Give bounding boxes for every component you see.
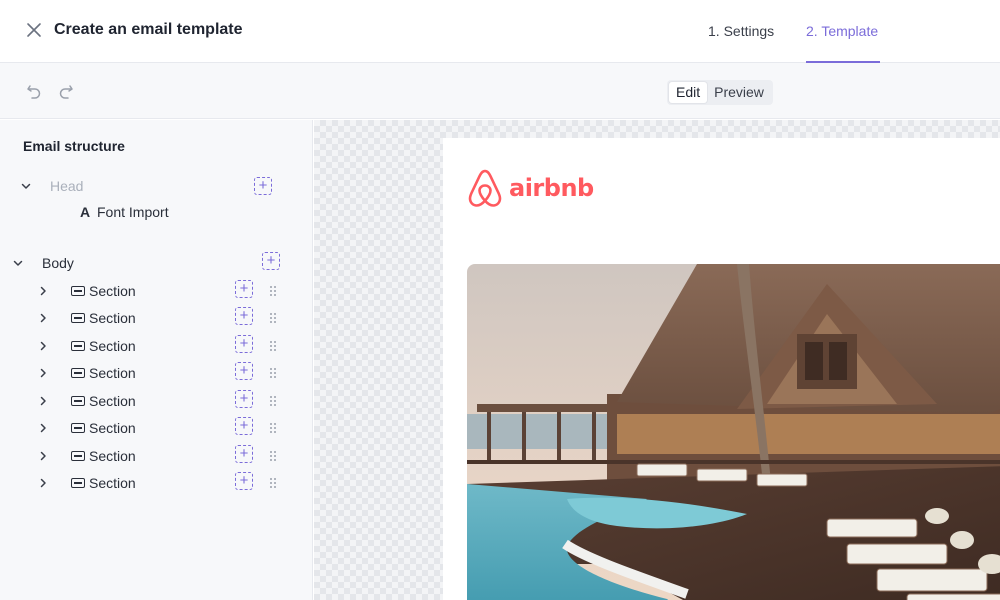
section-icon <box>71 396 85 406</box>
add-to-section-button[interactable]: + <box>235 390 253 408</box>
add-to-head-button[interactable]: + <box>254 177 272 195</box>
tree-item-label: Head <box>50 178 84 194</box>
chevron-right-icon[interactable] <box>37 450 49 462</box>
edit-mode-button[interactable]: Edit <box>669 82 708 103</box>
brand-logo[interactable]: airbnb <box>467 168 594 208</box>
section-icon <box>71 313 85 323</box>
chevron-right-icon[interactable] <box>37 312 49 324</box>
tree-item-label: Section <box>89 475 136 491</box>
chevron-down-icon[interactable] <box>12 257 24 269</box>
section-icon <box>71 341 85 351</box>
email-canvas[interactable]: airbnb <box>314 120 1000 600</box>
airbnb-logo-icon <box>468 169 502 207</box>
brand-logo-text: airbnb <box>509 174 594 202</box>
chevron-right-icon[interactable] <box>37 340 49 352</box>
editor-toolbar: Edit Preview <box>0 63 1000 119</box>
section-icon <box>71 423 85 433</box>
drag-handle-icon[interactable] <box>269 477 277 489</box>
chevron-right-icon[interactable] <box>37 285 49 297</box>
edit-preview-toggle: Edit Preview <box>667 80 773 105</box>
add-to-section-button[interactable]: + <box>235 280 253 298</box>
tree-item-label: Section <box>89 448 136 464</box>
undo-icon[interactable] <box>26 83 42 99</box>
top-bar: Create an email template 1. Settings 2. … <box>0 0 1000 63</box>
tree-item-section[interactable]: Section + <box>0 361 313 385</box>
section-icon <box>71 451 85 461</box>
drag-handle-icon[interactable] <box>269 312 277 324</box>
tab-settings[interactable]: 1. Settings <box>708 23 774 39</box>
email-preview[interactable]: airbnb <box>443 138 1000 600</box>
drag-handle-icon[interactable] <box>269 340 277 352</box>
font-icon: A <box>80 204 91 220</box>
redo-icon[interactable] <box>58 83 74 99</box>
preview-mode-button[interactable]: Preview <box>707 82 771 103</box>
tree-item-section[interactable]: Section + <box>0 279 313 303</box>
drag-handle-icon[interactable] <box>269 395 277 407</box>
add-to-section-button[interactable]: + <box>235 307 253 325</box>
add-to-body-button[interactable]: + <box>262 252 280 270</box>
tree-item-section[interactable]: Section + <box>0 416 313 440</box>
chevron-right-icon[interactable] <box>37 395 49 407</box>
drag-handle-icon[interactable] <box>269 450 277 462</box>
page-title: Create an email template <box>54 21 243 38</box>
chevron-down-icon[interactable] <box>20 180 32 192</box>
tree-item-font-import[interactable]: A Font Import <box>0 200 313 224</box>
chevron-right-icon[interactable] <box>37 422 49 434</box>
tree-item-label: Section <box>89 338 136 354</box>
add-to-section-button[interactable]: + <box>235 335 253 353</box>
close-icon[interactable] <box>24 20 44 40</box>
chevron-right-icon[interactable] <box>37 367 49 379</box>
structure-sidebar: Email structure Head + A Font Import Bod… <box>0 120 313 600</box>
tree-item-label: Font Import <box>97 204 169 220</box>
tree-item-label: Section <box>89 393 136 409</box>
drag-handle-icon[interactable] <box>269 422 277 434</box>
section-icon <box>71 368 85 378</box>
tree-item-label: Body <box>42 255 74 271</box>
tree-item-label: Section <box>89 420 136 436</box>
tree-item-label: Section <box>89 283 136 299</box>
tree-item-head[interactable]: Head + <box>0 174 313 198</box>
add-to-section-button[interactable]: + <box>235 445 253 463</box>
tree-item-section[interactable]: Section + <box>0 471 313 495</box>
hero-image[interactable] <box>467 264 1000 600</box>
tree-item-section[interactable]: Section + <box>0 306 313 330</box>
add-to-section-button[interactable]: + <box>235 417 253 435</box>
chevron-right-icon[interactable] <box>37 477 49 489</box>
tree-item-label: Section <box>89 365 136 381</box>
tree-item-section[interactable]: Section + <box>0 444 313 468</box>
tree-item-body[interactable]: Body + <box>0 251 313 275</box>
tree-item-section[interactable]: Section + <box>0 334 313 358</box>
drag-handle-icon[interactable] <box>269 285 277 297</box>
section-icon <box>71 286 85 296</box>
add-to-section-button[interactable]: + <box>235 362 253 380</box>
tree-item-label: Section <box>89 310 136 326</box>
tree-item-section[interactable]: Section + <box>0 389 313 413</box>
sidebar-title: Email structure <box>23 138 125 154</box>
add-to-section-button[interactable]: + <box>235 472 253 490</box>
resort-pool-photo-icon <box>467 264 1000 600</box>
section-icon <box>71 478 85 488</box>
tab-template[interactable]: 2. Template <box>806 23 878 39</box>
drag-handle-icon[interactable] <box>269 367 277 379</box>
